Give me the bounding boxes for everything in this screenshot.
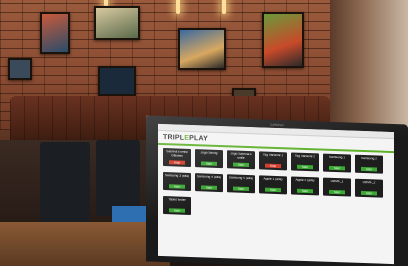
tile-title: Samsung 1: [328, 155, 346, 160]
game-tile: Tag Variante 2 Start: [291, 152, 319, 172]
start-button[interactable]: Start: [201, 185, 217, 190]
tile-title: UDMF_1: [330, 179, 344, 184]
game-tile: Samsung 2 Start: [355, 154, 383, 174]
tile-title: Tablet tinder: [168, 198, 186, 202]
game-tile: Jogo Sabrina's smile Start: [227, 150, 255, 170]
tile-title: Samsung 5 (alfa): [228, 176, 254, 181]
game-tile: Samsung 1 Start: [323, 153, 351, 173]
wooden-table: [0, 222, 170, 266]
game-tile: UDMF_1 Start: [323, 177, 351, 197]
game-tile: Apple 1 (alfa) Start: [259, 175, 287, 195]
tile-title: Tag Variante 2: [294, 154, 316, 159]
tile-title: Tag Variante 1: [262, 153, 284, 158]
photo-scene: Lenovo TRIPLEPLAY Sabrina's smile Glasse…: [0, 0, 408, 266]
game-tile: Sabrina's smile Glasses Stop: [163, 148, 191, 167]
laptop: Lenovo TRIPLEPLAY Sabrina's smile Glasse…: [146, 115, 408, 266]
laptop-screen: TRIPLEPLAY Sabrina's smile Glasses Stop Jo…: [158, 123, 394, 265]
tile-title: Samsung 4 (alfa): [196, 175, 222, 180]
chair: [96, 140, 140, 216]
game-tile: Jogo Sentig Start: [195, 149, 223, 169]
game-tile: Tablet tinder Start: [163, 196, 191, 215]
game-tile: Samsung 3 (alfa) Start: [163, 172, 191, 191]
lamp-icon: [176, 0, 180, 14]
start-button[interactable]: Start: [233, 186, 249, 192]
wall-tv: [8, 58, 32, 80]
game-tile: Samsung 4 (alfa) Start: [195, 173, 223, 193]
lamp-icon: [222, 0, 226, 14]
tile-title: Apple 2 (alfa): [295, 178, 315, 183]
start-button[interactable]: Start: [361, 166, 377, 172]
tile-title: UDMF_2: [362, 180, 376, 185]
tile-title: Samsung 3 (alfa): [164, 174, 190, 178]
tile-title: Jogo Sabrina's smile: [230, 152, 252, 160]
start-button[interactable]: Start: [361, 190, 377, 196]
game-tile: Tag Variante 1 Stop: [259, 151, 287, 171]
game-tile: Apple 2 (alfa) Start: [291, 176, 319, 196]
game-tile: Samsung 5 (alfa) Start: [227, 174, 255, 194]
wall-poster: [262, 12, 304, 68]
app-logo: TRIPLEPLAY: [163, 133, 208, 143]
start-button[interactable]: Start: [329, 165, 345, 171]
start-button[interactable]: Start: [265, 187, 281, 193]
tile-title: Sabrina's smile Glasses: [166, 150, 188, 158]
start-button[interactable]: Start: [297, 164, 313, 170]
wall-poster: [40, 12, 70, 54]
start-button[interactable]: Start: [201, 161, 217, 166]
tile-title: Apple 1 (alfa): [263, 177, 283, 182]
game-tile: UDMF_2 Start: [355, 178, 383, 198]
wall-tv: [98, 66, 136, 96]
tile-title: Jogo Sentig: [200, 151, 218, 155]
start-button[interactable]: Start: [297, 188, 313, 194]
start-button[interactable]: Start: [329, 189, 345, 195]
start-button[interactable]: Start: [169, 184, 185, 189]
stop-button[interactable]: Stop: [169, 160, 185, 165]
stop-button[interactable]: Stop: [265, 163, 281, 169]
chair: [40, 142, 90, 232]
start-button[interactable]: Start: [169, 208, 185, 213]
tile-title: Samsung 2: [360, 156, 378, 161]
wall-poster: [178, 28, 226, 70]
start-button[interactable]: Start: [233, 162, 249, 168]
wall-poster: [94, 6, 140, 40]
